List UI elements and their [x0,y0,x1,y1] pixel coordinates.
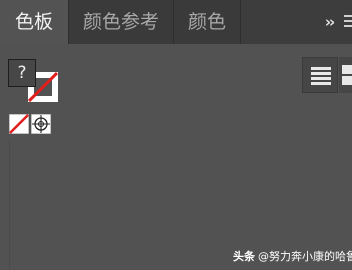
tab-swatches[interactable]: 色板 [0,0,68,44]
tab-bar: 色板 颜色参考 颜色 ›› [0,0,352,44]
tab-color[interactable]: 颜色 [174,0,240,44]
tab-color-guide[interactable]: 颜色参考 [69,0,173,44]
fill-unknown-label: ? [17,63,27,83]
fill-stroke-widget: ? [6,59,58,103]
grid-view-button[interactable] [339,57,352,93]
more-tabs-button[interactable]: ›› [318,0,340,44]
swatch-none[interactable] [9,114,29,134]
swatch-registration[interactable] [31,114,51,134]
tab-separator [240,0,241,44]
swatches-panel: 色板 颜色参考 颜色 ›› ? 头条 @努力奔小康的哈鲁 [0,0,352,270]
panel-menu-icon[interactable] [342,13,352,33]
grid-view-icon [342,65,352,85]
watermark-brand: 头条 [233,250,255,263]
panel-divider [9,140,10,270]
list-view-button[interactable] [302,57,338,93]
fill-swatch[interactable]: ? [8,59,36,87]
list-view-icon [311,67,331,85]
none-swatch-icon [9,114,29,134]
registration-swatch-icon [31,114,51,134]
watermark: 头条@努力奔小康的哈鲁噜 [233,248,352,266]
watermark-author: @努力奔小康的哈鲁噜 [258,250,352,263]
